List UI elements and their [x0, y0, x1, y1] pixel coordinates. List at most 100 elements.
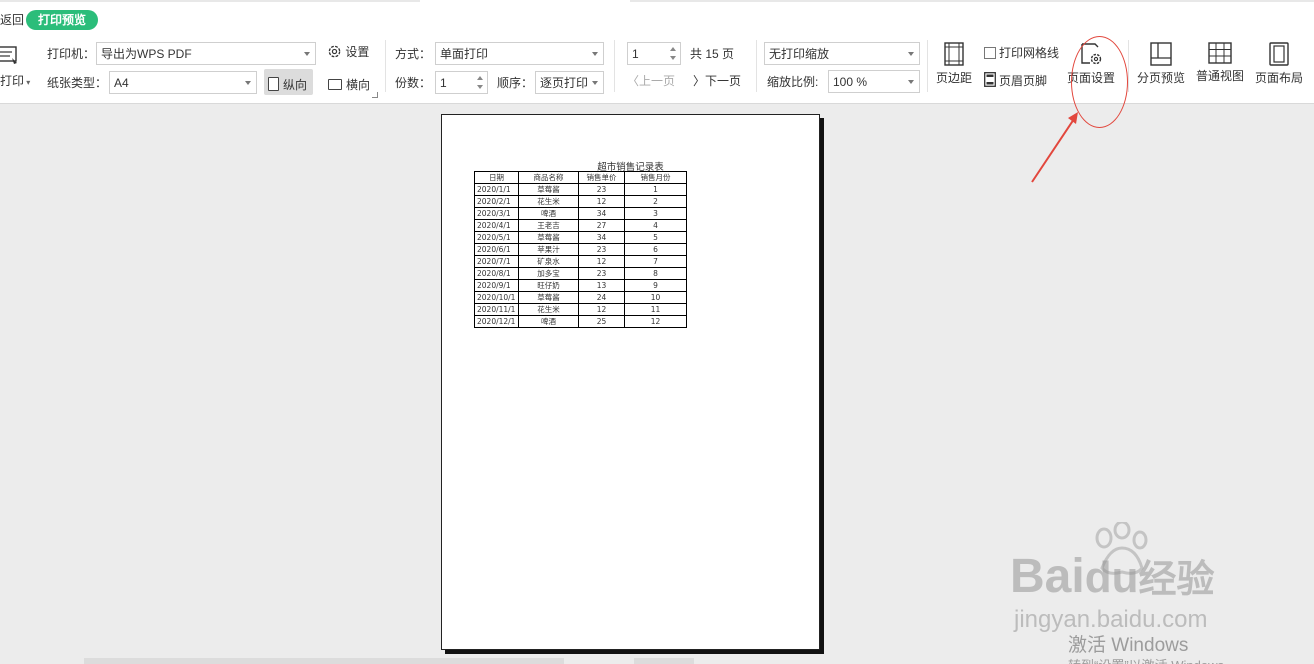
table-cell: 13	[578, 279, 625, 292]
page-break-preview-icon	[1150, 42, 1172, 66]
stepper-down-icon[interactable]	[477, 85, 483, 89]
table-cell: 2020/1/1	[474, 183, 519, 196]
next-page-button[interactable]: 〉下一页	[693, 73, 741, 89]
stepper-up-icon[interactable]	[477, 76, 483, 80]
watermark-brand-suffix: du	[1084, 553, 1139, 602]
page-layout-icon	[1269, 42, 1289, 66]
scale-mode-select[interactable]: 无打印缩放	[764, 42, 920, 65]
table-cell: 加多宝	[518, 267, 579, 280]
print-preview-badge: 打印预览	[26, 10, 99, 30]
table-cell: 34	[578, 231, 625, 244]
activate-windows-title: 激活 Windows	[1068, 635, 1189, 656]
header-footer-icon	[984, 72, 996, 91]
normal-view-button[interactable]: 普通视图	[1196, 42, 1244, 84]
order-label: 顺序：	[497, 76, 534, 90]
table-cell: 2020/10/1	[474, 291, 519, 304]
table-cell: 2020/4/1	[474, 219, 519, 232]
table-row: 2020/7/1 矿泉水 12 7	[474, 255, 687, 268]
table-cell: 11	[624, 303, 687, 316]
divider	[927, 40, 928, 92]
print-button[interactable]: 打印 ▾	[0, 73, 30, 91]
table-cell: 3	[624, 207, 687, 220]
stepper-down-icon[interactable]	[670, 56, 676, 60]
settings-label: 设置	[345, 45, 370, 59]
gridlines-label: 打印网格线	[999, 46, 1060, 60]
print-mode-value: 单面打印	[440, 47, 489, 61]
top-border-gap	[420, 0, 630, 2]
table-cell: 2020/2/1	[474, 195, 519, 208]
table-cell: 花生米	[518, 195, 579, 208]
margins-button[interactable]: 页边距	[936, 42, 972, 86]
prev-page-label: 上一页	[639, 74, 676, 88]
page-layout-button[interactable]: 页面布局	[1255, 42, 1303, 86]
chevron-down-icon	[592, 52, 598, 56]
horizontal-scrollbar[interactable]	[84, 658, 564, 664]
portrait-page-icon	[268, 77, 279, 91]
copies-value: 1	[440, 76, 447, 90]
print-mode-label: 方式：	[395, 47, 432, 61]
printer-select[interactable]: 导出为WPS PDF	[96, 42, 316, 65]
table-cell: 25	[578, 315, 625, 328]
watermark-brand-cn: 经验	[1138, 559, 1215, 601]
portrait-button[interactable]: 纵向	[264, 69, 314, 95]
table-cell: 12	[578, 303, 625, 316]
print-icon[interactable]	[0, 44, 24, 68]
gridlines-checkbox[interactable]	[984, 47, 996, 59]
print-gridlines-toggle[interactable]: 打印网格线	[984, 45, 1059, 61]
page-break-preview-button[interactable]: 分页预览	[1137, 42, 1185, 86]
scale-mode-value: 无打印缩放	[769, 47, 830, 61]
zoom-select[interactable]: 100 %	[828, 70, 920, 93]
back-button[interactable]: 返回	[0, 12, 24, 28]
table-cell: 2020/7/1	[474, 255, 519, 268]
total-pages-label: 共 15 页	[690, 47, 735, 61]
table-row: 2020/11/1 花生米 12 11	[474, 303, 687, 316]
header-footer-button[interactable]: 页眉页脚	[984, 72, 1047, 91]
prev-page-button[interactable]: 〈上一页	[627, 73, 675, 89]
divider	[756, 40, 757, 92]
group-expand-icon[interactable]	[372, 92, 378, 98]
table-cell: 27	[578, 219, 625, 232]
margins-icon	[944, 42, 964, 66]
table-cell: 23	[578, 183, 625, 196]
table-cell: 5	[624, 231, 687, 244]
copies-stepper[interactable]: 1	[435, 71, 488, 94]
paper-type-label: 纸张类型：	[47, 76, 108, 90]
stepper-up-icon[interactable]	[670, 47, 676, 51]
preview-page: 超市销售记录表 日期 商品名称 销售单价 销售月份 2020/1/1 草莓酱 23 1…	[441, 114, 820, 650]
table-cell: 9	[624, 279, 687, 292]
table-row: 2020/2/1 花生米 12 2	[474, 195, 687, 208]
page-number-stepper[interactable]: 1	[627, 42, 681, 65]
horizontal-scrollbar-segment[interactable]	[634, 658, 694, 664]
table-cell: 草莓酱	[518, 183, 579, 196]
printer-label: 打印机：	[47, 47, 96, 61]
chevron-down-icon	[304, 52, 310, 56]
table-cell: 草莓酱	[518, 231, 579, 244]
landscape-button[interactable]: 横向	[324, 69, 376, 95]
page-break-preview-label: 分页预览	[1137, 71, 1186, 85]
table-row: 2020/10/1 草莓酱 24 10	[474, 291, 687, 304]
table-cell: 34	[578, 207, 625, 220]
table-cell: 苹果汁	[518, 243, 579, 256]
sales-table: 日期 商品名称 销售单价 销售月份 2020/1/1 草莓酱 23 1 2020/2/…	[474, 171, 687, 328]
order-value: 逐页打印	[540, 76, 589, 90]
table-row: 2020/6/1 苹果汁 23 6	[474, 243, 687, 256]
chevron-down-icon	[908, 52, 914, 56]
table-row: 2020/4/1 王老吉 27 4	[474, 219, 687, 232]
chevron-down-icon	[908, 80, 914, 84]
normal-view-icon	[1208, 42, 1232, 64]
table-row: 2020/5/1 草莓酱 34 5	[474, 231, 687, 244]
table-row: 2020/8/1 加多宝 23 8	[474, 267, 687, 280]
table-cell: 2020/11/1	[474, 303, 519, 316]
paper-type-value: A4	[114, 76, 129, 90]
table-cell: 啤酒	[518, 315, 579, 328]
print-dropdown-icon: ▾	[24, 78, 31, 87]
paper-type-select[interactable]: A4	[109, 71, 257, 94]
table-cell: 王老吉	[518, 219, 579, 232]
table-cell: 2020/3/1	[474, 207, 519, 220]
table-cell: 2020/6/1	[474, 243, 519, 256]
chevron-down-icon	[245, 81, 251, 85]
order-select[interactable]: 逐页打印	[535, 71, 604, 94]
printer-settings-button[interactable]: 设置	[327, 44, 369, 62]
print-mode-select[interactable]: 单面打印	[435, 42, 604, 65]
annotation-arrow-icon	[1031, 112, 1078, 183]
